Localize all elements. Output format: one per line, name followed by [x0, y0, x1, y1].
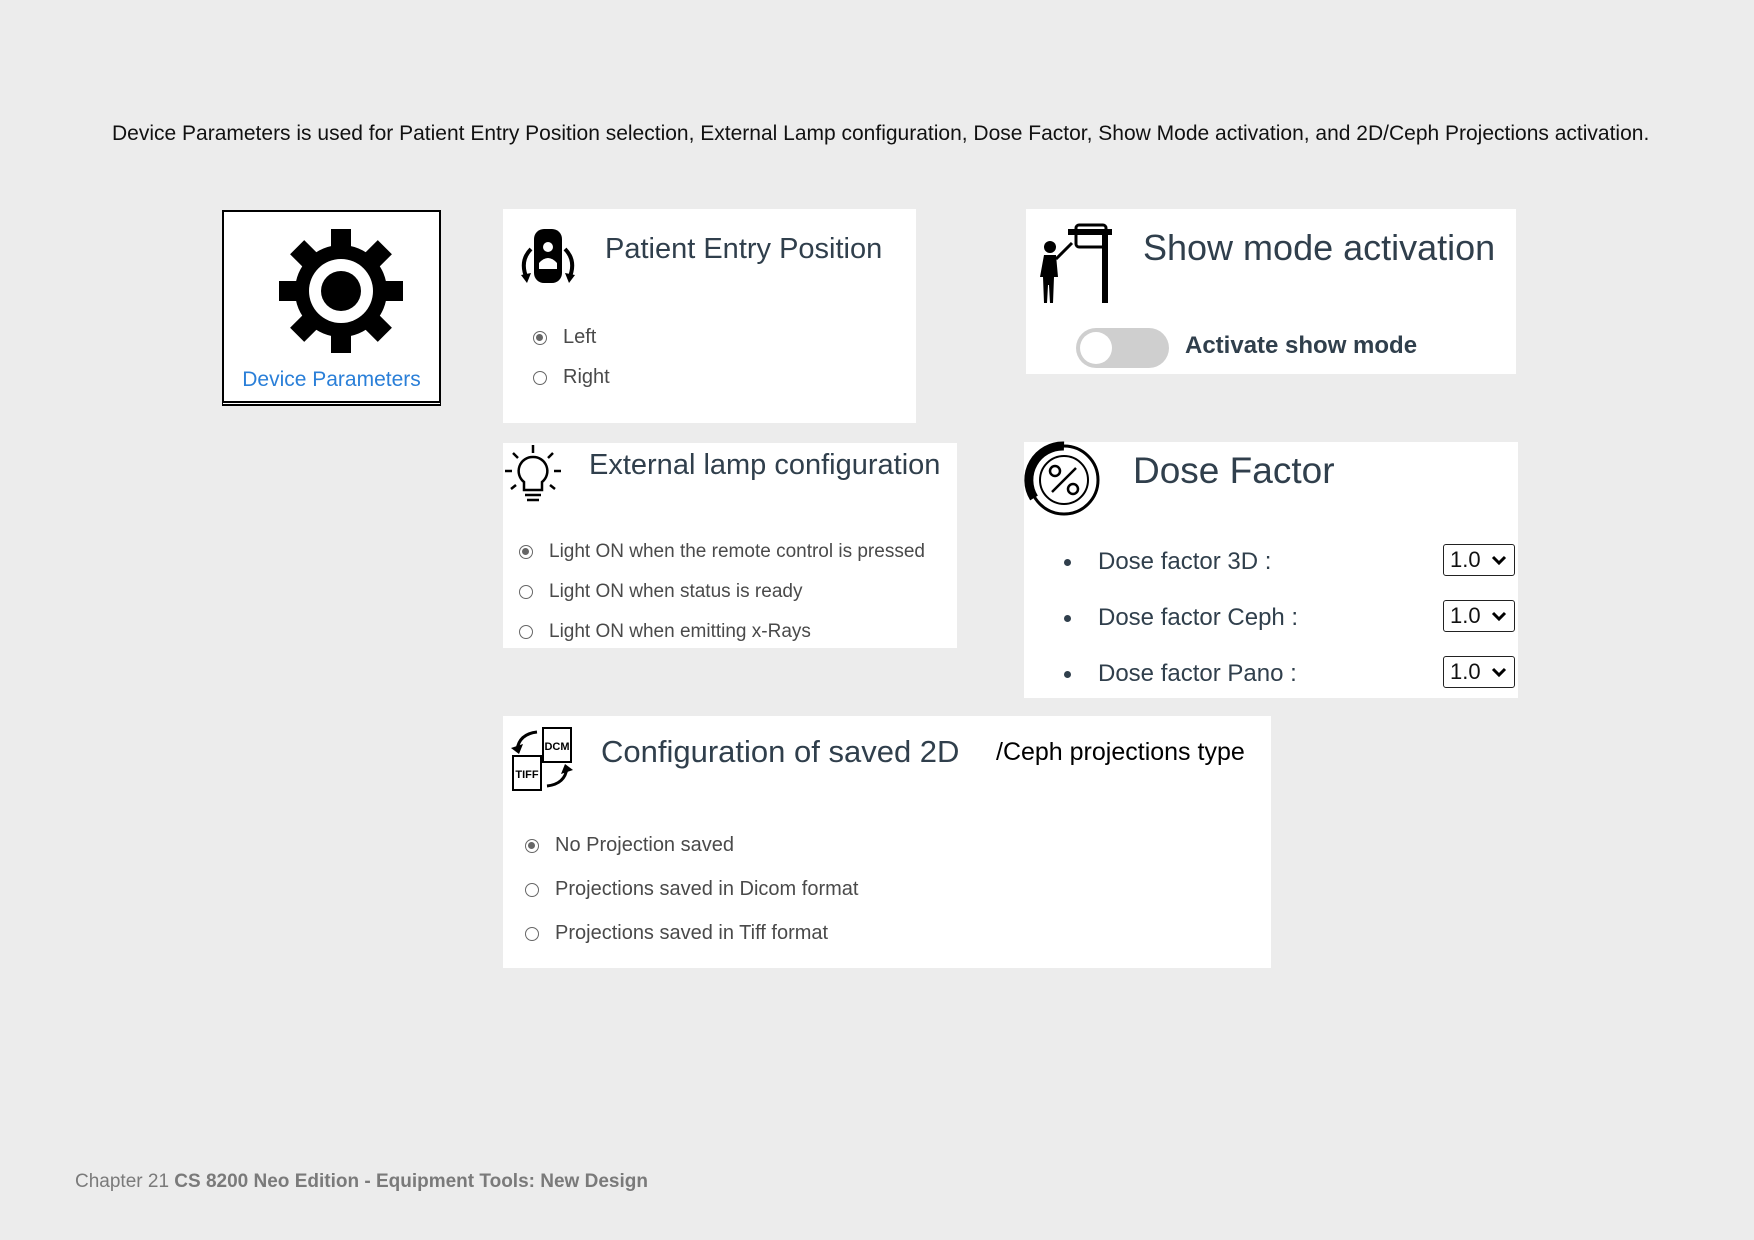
projections-title: Configuration of saved 2D: [601, 734, 960, 769]
external-lamp-title: External lamp configuration: [589, 449, 941, 481]
footer-title: CS 8200 Neo Edition - Equipment Tools: N…: [174, 1171, 648, 1192]
radio-label: Left: [563, 326, 597, 348]
dose-ceph-select[interactable]: 1.0: [1443, 600, 1515, 632]
device-parameters-label: Device Parameters: [242, 368, 421, 391]
dose-pano-select[interactable]: 1.0: [1443, 656, 1515, 688]
radio-lamp-xrays[interactable]: Light ON when emitting x-Rays: [519, 621, 811, 643]
external-lamp-panel: External lamp configuration Light ON whe…: [503, 443, 957, 648]
radio-label: Light ON when emitting x-Rays: [549, 621, 811, 642]
select-value: 1.0: [1450, 603, 1481, 628]
radio-no-projection[interactable]: No Projection saved: [525, 834, 734, 857]
radio-button[interactable]: [519, 625, 533, 639]
dose-row-3d: Dose factor 3D : 1.0: [1058, 542, 1518, 582]
dose-row-pano: Dose factor Pano : 1.0: [1058, 654, 1518, 694]
radio-label: Projections saved in Tiff format: [555, 922, 829, 944]
patient-entry-title: Patient Entry Position: [605, 233, 883, 265]
dose-label: Dose factor Ceph :: [1098, 604, 1299, 631]
radio-button[interactable]: [525, 882, 539, 897]
radio-dicom[interactable]: Projections saved in Dicom format: [525, 878, 858, 901]
projections-title-suffix: /Ceph projections type: [996, 738, 1245, 766]
radio-label: Right: [563, 366, 610, 388]
radio-button[interactable]: [525, 838, 539, 853]
chevron-down-icon: [1491, 555, 1507, 566]
radio-label: Projections saved in Dicom format: [555, 878, 859, 900]
radio-tiff[interactable]: Projections saved in Tiff format: [525, 922, 828, 945]
radio-label: Light ON when status is ready: [549, 581, 803, 602]
dose-label: Dose factor 3D :: [1098, 548, 1272, 575]
presenter-icon: [1040, 223, 1112, 303]
dose-3d-select[interactable]: 1.0: [1443, 544, 1515, 576]
radio-button[interactable]: [525, 926, 539, 941]
select-value: 1.0: [1450, 547, 1481, 572]
radio-label: No Projection saved: [555, 834, 734, 856]
show-mode-toggle-label: Activate show mode: [1185, 332, 1418, 359]
dose-label: Dose factor Pano :: [1098, 660, 1297, 687]
radio-left[interactable]: Left: [533, 326, 596, 349]
radio-button[interactable]: [519, 585, 533, 599]
dose-factor-title: Dose Factor: [1133, 450, 1335, 491]
percent-icon: [1024, 441, 1100, 516]
device-parameters-button[interactable]: Device Parameters: [222, 210, 441, 406]
dcm-tiff-convert-icon: DCM TIFF: [511, 727, 573, 791]
lightbulb-icon: [505, 445, 561, 502]
radio-button[interactable]: [533, 370, 547, 385]
select-value: 1.0: [1450, 659, 1481, 684]
show-mode-title: Show mode activation: [1143, 227, 1496, 268]
dose-row-ceph: Dose factor Ceph : 1.0: [1058, 598, 1518, 638]
gear-icon: [279, 229, 403, 353]
patient-entry-icon: [521, 229, 575, 283]
svg-text:DCM: DCM: [544, 741, 569, 753]
chevron-down-icon: [1491, 667, 1507, 678]
chevron-down-icon: [1491, 611, 1507, 622]
footer-chapter: Chapter 21: [75, 1171, 170, 1192]
page-footer: Chapter 21 CS 8200 Neo Edition - Equipme…: [75, 1171, 648, 1193]
radio-right[interactable]: Right: [533, 366, 610, 389]
bullet: [1064, 615, 1071, 622]
patient-entry-panel: Patient Entry Position Left Right: [503, 209, 916, 423]
radio-button[interactable]: [533, 330, 547, 345]
intro-text: Device Parameters is used for Patient En…: [112, 122, 1650, 145]
bullet: [1064, 671, 1071, 678]
radio-button[interactable]: [519, 545, 533, 559]
radio-lamp-remote[interactable]: Light ON when the remote control is pres…: [519, 541, 925, 563]
radio-label: Light ON when the remote control is pres…: [549, 541, 925, 562]
show-mode-toggle[interactable]: [1076, 328, 1169, 368]
projections-panel: DCM TIFF Configuration of saved 2D /Ceph…: [503, 716, 1271, 968]
svg-text:TIFF: TIFF: [515, 769, 538, 781]
radio-lamp-ready[interactable]: Light ON when status is ready: [519, 581, 802, 603]
bullet: [1064, 559, 1071, 566]
